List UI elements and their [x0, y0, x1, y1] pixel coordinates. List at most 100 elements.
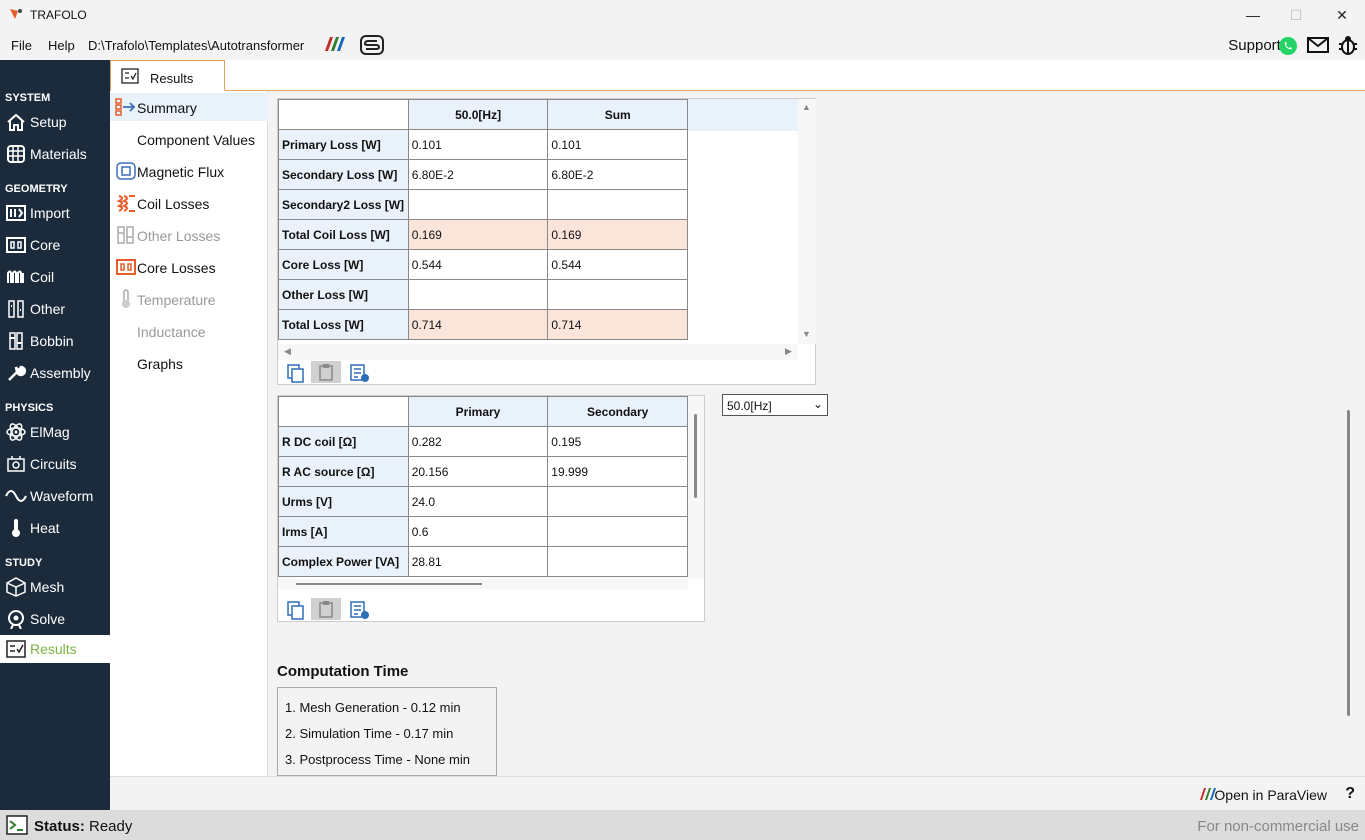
nav-bobbin[interactable]: Bobbin: [0, 327, 110, 355]
close-button[interactable]: ✕: [1330, 4, 1354, 26]
subnav-magnetic-flux[interactable]: Magnetic Flux: [110, 157, 268, 185]
column-header[interactable]: Sum: [547, 99, 688, 130]
row-header: Irms [A]: [278, 516, 409, 547]
mail-icon[interactable]: [1307, 36, 1329, 54]
help-button[interactable]: ?: [1345, 785, 1355, 803]
scroll-left-icon[interactable]: ◀: [284, 346, 291, 357]
table-cell[interactable]: 6.80E-2: [547, 159, 688, 190]
table-cell[interactable]: [547, 189, 688, 220]
table-cell[interactable]: [547, 486, 688, 517]
nav-waveform[interactable]: Waveform: [0, 482, 110, 510]
salome-logo-icon[interactable]: [360, 35, 384, 55]
table-cell[interactable]: 0.6: [407, 516, 549, 547]
subnav-graphs[interactable]: Graphs: [110, 349, 268, 377]
export-icon[interactable]: [349, 363, 371, 383]
table-cell[interactable]: [547, 546, 688, 577]
table-cell[interactable]: 24.0: [407, 486, 549, 517]
table-row: Primary Loss [W] 0.101 0.101: [278, 129, 688, 160]
scroll-thumb[interactable]: [1347, 410, 1350, 716]
summary-icon: [115, 98, 136, 116]
nav-setup[interactable]: Setup: [0, 108, 110, 136]
nav-circuits[interactable]: Circuits: [0, 450, 110, 478]
subnav-component-values[interactable]: Component Values: [110, 125, 268, 153]
table-cell[interactable]: [407, 189, 549, 220]
scroll-thumb[interactable]: [694, 414, 697, 498]
import-icon: [6, 205, 26, 221]
menu-help[interactable]: Help: [48, 38, 75, 53]
status-text: Status: Ready: [34, 818, 133, 835]
table-cell[interactable]: 0.169: [407, 219, 549, 250]
bug-report-icon[interactable]: [1338, 34, 1358, 56]
scroll-right-icon[interactable]: ▶: [785, 346, 792, 357]
vertical-scrollbar[interactable]: [688, 396, 704, 579]
table-cell[interactable]: [547, 279, 688, 310]
subnav-summary[interactable]: Summary: [110, 93, 268, 121]
nav-other[interactable]: Other: [0, 295, 110, 323]
section-system: SYSTEM: [5, 92, 51, 104]
nav-materials[interactable]: Materials: [0, 140, 110, 168]
table-cell[interactable]: 20.156: [407, 456, 549, 487]
frequency-select[interactable]: 50.0[Hz] ⌄: [722, 394, 828, 416]
subnav-inductance[interactable]: Inductance: [110, 317, 268, 345]
table-cell[interactable]: [407, 279, 549, 310]
table-cell[interactable]: 0.101: [407, 129, 549, 160]
subnav-temperature[interactable]: Temperature: [110, 285, 268, 313]
copy-icon[interactable]: [285, 363, 307, 383]
terminal-icon[interactable]: [6, 815, 28, 835]
table-cell[interactable]: 0.544: [547, 249, 688, 280]
tab-results[interactable]: Results: [110, 60, 225, 91]
scroll-up-icon[interactable]: ▲: [802, 102, 811, 112]
copy-icon[interactable]: [285, 600, 307, 620]
table-cell[interactable]: [547, 516, 688, 547]
nav-solve[interactable]: Solve: [0, 605, 110, 633]
subnav-coil-losses[interactable]: Coil Losses: [110, 189, 268, 217]
subnav-other-losses[interactable]: Other Losses: [110, 221, 268, 249]
subnav-core-losses[interactable]: Core Losses: [110, 253, 268, 281]
paraview-logo-icon[interactable]: [323, 35, 347, 53]
table-cell[interactable]: 19.999: [547, 456, 688, 487]
scroll-down-icon[interactable]: ▼: [802, 329, 811, 339]
table-cell[interactable]: 0.101: [547, 129, 688, 160]
table-cell[interactable]: 0.282: [407, 426, 549, 457]
menu-file[interactable]: File: [11, 38, 32, 53]
horizontal-scrollbar[interactable]: [278, 579, 688, 589]
table-cell[interactable]: 0.169: [547, 219, 688, 250]
nav-assembly[interactable]: Assembly: [0, 359, 110, 387]
subnav-component-values-label: Component Values: [137, 132, 256, 148]
table-cell[interactable]: 6.80E-2: [407, 159, 549, 190]
vertical-scrollbar[interactable]: ▲ ▼: [798, 99, 816, 344]
export-icon[interactable]: [349, 600, 371, 620]
table-row: Complex Power [VA] 28.81: [278, 546, 688, 577]
nav-elmag[interactable]: ElMag: [0, 418, 110, 446]
nav-heat[interactable]: Heat: [0, 514, 110, 542]
whatsapp-icon[interactable]: [1278, 36, 1298, 56]
table-cell[interactable]: 0.714: [547, 309, 688, 340]
minimize-button[interactable]: —: [1241, 4, 1265, 26]
horizontal-scrollbar[interactable]: ◀ ▶: [278, 344, 798, 360]
nav-core[interactable]: Core: [0, 231, 110, 259]
tab-bar: Results: [110, 60, 1365, 91]
column-header[interactable]: Secondary: [547, 396, 688, 427]
subnav-inductance-label: Inductance: [137, 324, 206, 340]
column-header[interactable]: 50.0[Hz]: [407, 99, 549, 130]
nav-coil[interactable]: Coil: [0, 263, 110, 291]
paste-button[interactable]: [311, 598, 341, 620]
maximize-button[interactable]: ☐: [1284, 4, 1308, 26]
paste-button[interactable]: [311, 361, 341, 383]
open-in-paraview-button[interactable]: Open in ParaView: [1214, 787, 1327, 803]
other-icon: [8, 300, 24, 318]
magnetic-flux-icon: [116, 162, 136, 180]
table-cell[interactable]: 0.544: [407, 249, 549, 280]
table-cell[interactable]: 0.195: [547, 426, 688, 457]
nav-mesh[interactable]: Mesh: [0, 573, 110, 601]
table-cell[interactable]: 0.714: [407, 309, 549, 340]
subnav-other-losses-label: Other Losses: [137, 228, 221, 244]
content-scrollbar[interactable]: [1345, 396, 1353, 776]
table-cell[interactable]: 28.81: [407, 546, 549, 577]
clipboard-icon: [319, 364, 333, 381]
scroll-thumb[interactable]: [296, 583, 482, 585]
nav-import[interactable]: Import: [0, 199, 110, 227]
table-corner: [278, 99, 409, 130]
nav-results[interactable]: Results: [0, 635, 110, 663]
column-header[interactable]: Primary: [407, 396, 549, 427]
